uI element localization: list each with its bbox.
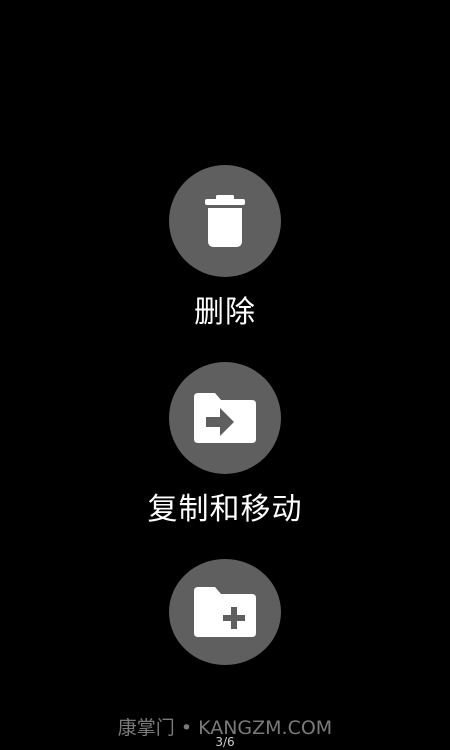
folder-plus-icon — [194, 587, 256, 637]
delete-label: 删除 — [194, 295, 256, 330]
folder-move-icon — [194, 393, 256, 443]
trash-icon — [205, 195, 245, 247]
delete-action[interactable]: 删除 — [0, 165, 450, 333]
new-folder-action[interactable] — [0, 559, 450, 665]
move-label: 复制和移动 — [147, 492, 303, 527]
move-action[interactable]: 复制和移动 — [0, 362, 450, 530]
new-folder-button[interactable] — [169, 559, 281, 665]
move-button[interactable] — [169, 362, 281, 474]
page-indicator: 3/6 — [215, 735, 235, 749]
delete-button[interactable] — [169, 165, 281, 277]
